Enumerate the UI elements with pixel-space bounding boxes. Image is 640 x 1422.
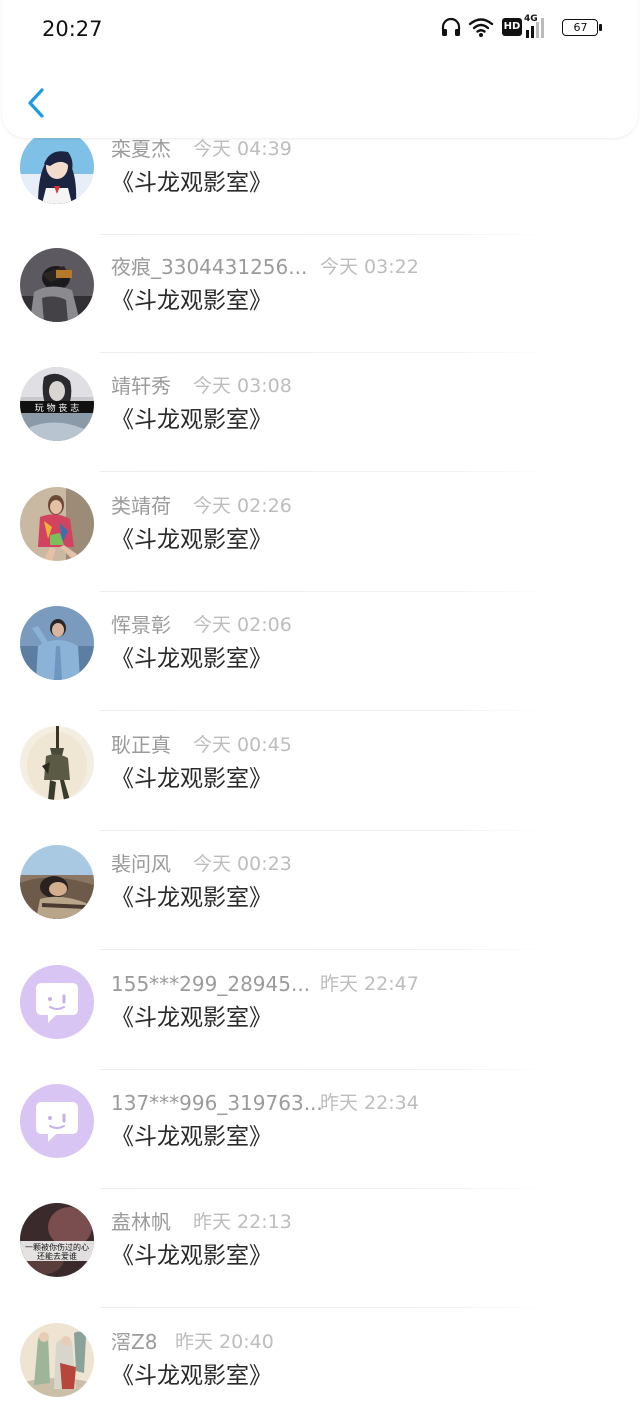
message-text: 《斗龙观影室》	[111, 407, 272, 433]
message-time: 昨天 22:34	[320, 1092, 419, 1114]
avatar[interactable]	[20, 1323, 94, 1397]
message-text: 《斗龙观影室》	[111, 646, 272, 672]
list-item[interactable]: 一颗被你伤过的心 还能去爱谁 盍林帆 昨天 22:13 《斗龙观影室》	[0, 1203, 640, 1323]
message-text: 《斗龙观影室》	[111, 766, 272, 792]
avatar[interactable]	[20, 606, 94, 680]
divider	[100, 1307, 550, 1308]
sender-name: 耿正真	[111, 733, 171, 757]
divider	[100, 471, 550, 472]
default-avatar-icon	[20, 965, 94, 1039]
screen: 栾夏杰 今天 04:39 《斗龙观影室》 夜痕_3304431256... 今天…	[0, 0, 640, 1422]
message-text: 《斗龙观影室》	[111, 1243, 272, 1269]
sender-name: 栾夏杰	[111, 137, 171, 161]
message-time: 今天 02:26	[193, 495, 292, 517]
divider	[100, 352, 550, 353]
avatar[interactable]	[20, 845, 94, 919]
avatar[interactable]	[20, 1084, 94, 1158]
list-item[interactable]: 夜痕_3304431256... 今天 03:22 《斗龙观影室》	[0, 248, 640, 368]
message-time: 昨天 22:47	[320, 973, 419, 995]
avatar[interactable]	[20, 726, 94, 800]
divider	[100, 234, 550, 235]
sender-name: 裴问风	[111, 852, 171, 876]
divider	[100, 591, 550, 592]
sender-name: 靖轩秀	[111, 374, 171, 398]
wifi-icon	[468, 18, 494, 37]
message-time: 今天 00:45	[193, 734, 292, 756]
avatar[interactable]: 玩 物 丧 志	[20, 367, 94, 441]
list-item[interactable]: 155***299_28945... 昨天 22:47 《斗龙观影室》	[0, 965, 640, 1085]
chevron-left-icon	[28, 88, 44, 118]
back-button[interactable]	[16, 80, 56, 126]
sender-name: 137***996_319763...	[111, 1091, 323, 1115]
top-bar: 20:27 HD 4G 67	[2, 0, 638, 138]
sender-name: 滘Z8	[111, 1330, 158, 1354]
avatar[interactable]	[20, 248, 94, 322]
message-time: 昨天 20:40	[175, 1331, 274, 1353]
message-time: 今天 04:39	[193, 138, 292, 160]
sender-name: 155***299_28945...	[111, 972, 311, 996]
message-text: 《斗龙观影室》	[111, 1124, 272, 1150]
battery-icon: 67	[562, 19, 602, 36]
list-item[interactable]: 恽景彰 今天 02:06 《斗龙观影室》	[0, 606, 640, 726]
divider	[100, 830, 550, 831]
list-item[interactable]: 耿正真 今天 00:45 《斗龙观影室》	[0, 726, 640, 846]
signal-4g-icon: 4G	[524, 14, 552, 40]
status-time: 20:27	[42, 17, 103, 41]
message-text: 《斗龙观影室》	[111, 1005, 272, 1031]
avatar[interactable]	[20, 965, 94, 1039]
list-item[interactable]: 玩 物 丧 志 靖轩秀 今天 03:08 《斗龙观影室》	[0, 367, 640, 487]
list-item[interactable]: 滘Z8 昨天 20:40 《斗龙观影室》	[0, 1323, 640, 1422]
sender-name: 夜痕_3304431256...	[111, 255, 308, 279]
message-text: 《斗龙观影室》	[111, 288, 272, 314]
avatar-caption: 玩 物 丧 志	[35, 402, 80, 414]
list-item[interactable]: 裴问风 今天 00:23 《斗龙观影室》	[0, 845, 640, 965]
sender-name: 类靖荷	[111, 494, 171, 518]
sender-name: 盍林帆	[111, 1210, 171, 1234]
message-time: 今天 02:06	[193, 614, 292, 636]
message-time: 今天 03:22	[320, 256, 419, 278]
avatar[interactable]: 一颗被你伤过的心 还能去爱谁	[20, 1203, 94, 1277]
list-item[interactable]: 栾夏杰 今天 04:39 《斗龙观影室》	[0, 130, 640, 250]
list-item[interactable]: 类靖荷 今天 02:26 《斗龙观影室》	[0, 487, 640, 607]
divider	[100, 1069, 550, 1070]
message-list[interactable]: 栾夏杰 今天 04:39 《斗龙观影室》 夜痕_3304431256... 今天…	[0, 0, 640, 1422]
message-time: 今天 03:08	[193, 375, 292, 397]
message-text: 《斗龙观影室》	[111, 170, 272, 196]
hd-icon: HD	[502, 18, 522, 36]
list-item[interactable]: 137***996_319763... 昨天 22:34 《斗龙观影室》	[0, 1084, 640, 1204]
avatar-caption: 一颗被你伤过的心	[25, 1242, 89, 1252]
message-time: 昨天 22:13	[193, 1211, 292, 1233]
avatar-caption: 还能去爱谁	[37, 1251, 77, 1261]
default-avatar-icon	[20, 1084, 94, 1158]
divider	[100, 949, 550, 950]
avatar[interactable]	[20, 487, 94, 561]
sender-name: 恽景彰	[111, 613, 171, 637]
divider	[100, 710, 550, 711]
message-text: 《斗龙观影室》	[111, 885, 272, 911]
message-text: 《斗龙观影室》	[111, 527, 272, 553]
message-time: 今天 00:23	[193, 853, 292, 875]
headphones-icon	[441, 17, 461, 36]
divider	[100, 1188, 550, 1189]
battery-level: 67	[573, 21, 588, 34]
message-text: 《斗龙观影室》	[111, 1363, 272, 1389]
avatar[interactable]	[20, 130, 94, 204]
